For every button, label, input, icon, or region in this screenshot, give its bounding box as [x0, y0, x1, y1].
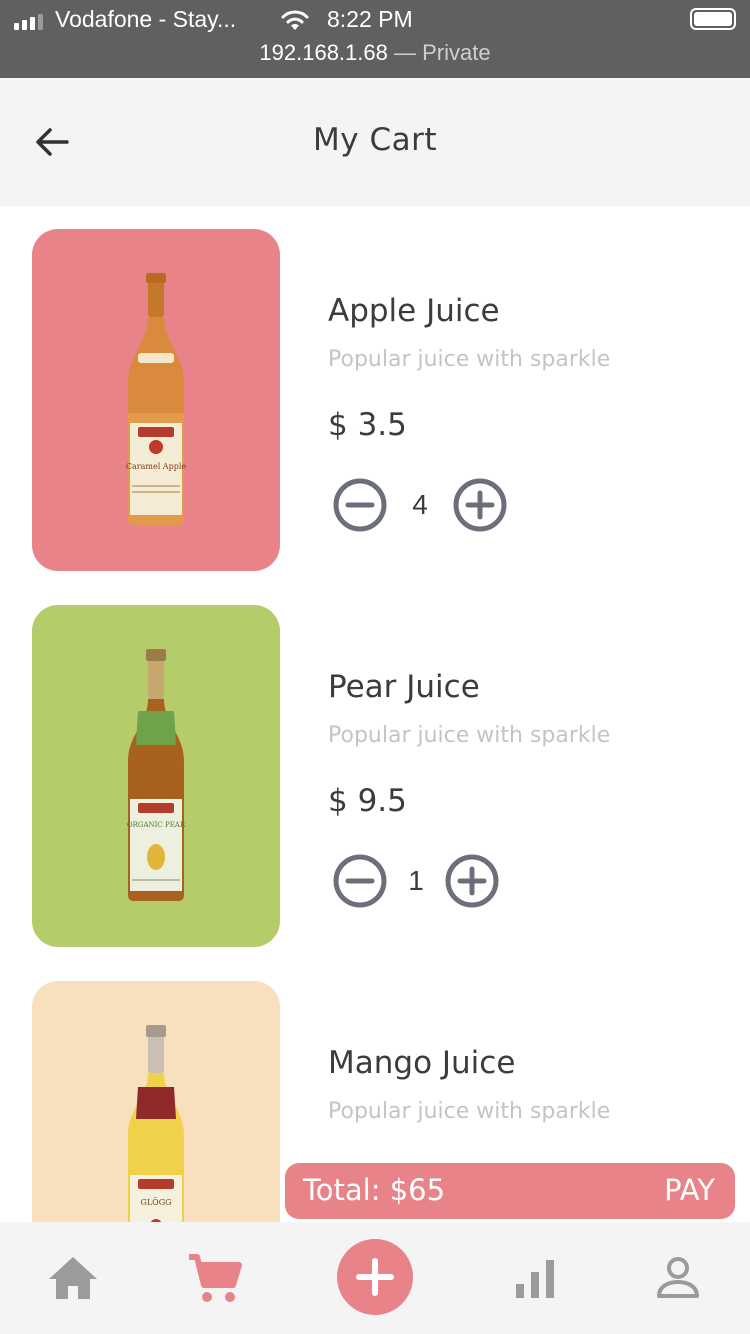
carrier-name: Vodafone - Stay... [55, 6, 237, 32]
total-bar: Total: $65 PAY [285, 1163, 735, 1219]
private-label: — Private [387, 40, 491, 65]
minus-circle-icon[interactable] [332, 477, 388, 533]
stats-icon [516, 1260, 554, 1298]
nav-stats[interactable] [508, 1252, 562, 1306]
nav-home[interactable] [44, 1250, 102, 1306]
minus-circle-icon[interactable] [332, 853, 388, 909]
quantity-stepper: 1 [332, 853, 500, 909]
battery-icon [690, 8, 736, 30]
add-icon [356, 1258, 394, 1296]
product-description: Popular juice with sparkle [328, 1099, 611, 1124]
plus-circle-icon[interactable] [452, 477, 508, 533]
url-text: 192.168.1.68 [259, 40, 388, 65]
product-description: Popular juice with sparkle [328, 347, 611, 372]
bottle-image: ORGANIC PEAR [124, 649, 188, 909]
quantity-stepper: 4 [332, 477, 508, 533]
cart-item-pear-juice: ORGANIC PEAR Pear Juice Popular juice wi… [0, 605, 750, 947]
clock: 8:22 PM [327, 6, 413, 32]
status-bar: Vodafone - Stay... 8:22 PM 192.168.1.68 … [0, 0, 750, 78]
product-name: Mango Juice [328, 1045, 516, 1081]
cart-item-apple-juice: Caramel Apple Apple Juice Popular juice … [0, 229, 750, 571]
header: My Cart [0, 78, 750, 206]
home-icon [49, 1257, 97, 1299]
plus-circle-icon[interactable] [444, 853, 500, 909]
page-title: My Cart [313, 122, 437, 158]
wifi-icon [280, 8, 310, 36]
bottle-label-text: ORGANIC PEAR [127, 821, 186, 829]
cart-list[interactable]: Caramel Apple Apple Juice Popular juice … [0, 206, 750, 1222]
total-amount: Total: $65 [303, 1173, 446, 1207]
quantity-value: 1 [408, 865, 424, 896]
product-image: GLÖGG [32, 981, 280, 1222]
pay-button[interactable]: PAY [664, 1173, 715, 1207]
nav-add-button[interactable] [337, 1239, 413, 1315]
nav-cart[interactable] [184, 1248, 246, 1308]
product-description: Popular juice with sparkle [328, 723, 611, 748]
address-bar[interactable]: 192.168.1.68 — Private [0, 40, 750, 66]
nav-profile[interactable] [650, 1250, 706, 1306]
bottle-image: GLÖGG [124, 1025, 188, 1222]
profile-icon [657, 1257, 699, 1298]
bottle-image: Caramel Apple [124, 273, 188, 533]
signal-strength-icon [14, 12, 43, 30]
bottom-nav [0, 1222, 750, 1334]
product-image: ORGANIC PEAR [32, 605, 280, 947]
quantity-value: 4 [412, 489, 428, 520]
product-price: $ 3.5 [328, 407, 407, 443]
product-name: Apple Juice [328, 293, 500, 329]
product-image: Caramel Apple [32, 229, 280, 571]
bottle-label-text: GLÖGG [140, 1198, 171, 1207]
cart-icon [189, 1254, 242, 1302]
product-price: $ 9.5 [328, 783, 407, 819]
product-name: Pear Juice [328, 669, 480, 705]
bottle-label-text: Caramel Apple [126, 462, 186, 471]
